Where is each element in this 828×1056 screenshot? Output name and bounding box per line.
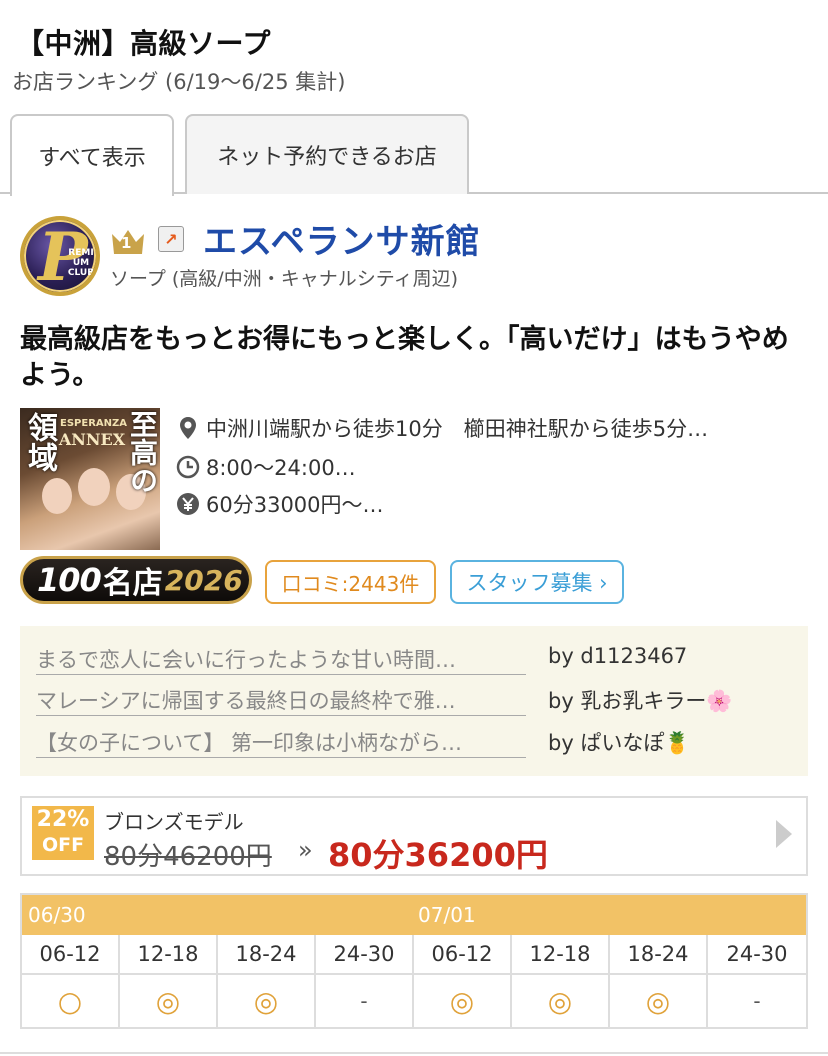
time-slot: 24-30	[316, 935, 414, 975]
shop-category: ソープ (高級/中洲・キャナルシティ周辺)	[110, 268, 458, 290]
schedule-date: 06/30	[28, 903, 86, 927]
discount-badge: 22% OFF	[32, 806, 94, 860]
availability-schedule: 06/30 07/01 06-12 12-18 18-24 24-30 06-1…	[20, 893, 808, 1029]
review-item[interactable]: まるで恋人に会いに行ったような甘い時間…	[36, 644, 526, 680]
staff-recruit-button[interactable]: スタッフ募集 ›	[450, 560, 624, 604]
schedule-date: 07/01	[418, 903, 476, 927]
price-row: 60分33000円〜…	[176, 489, 384, 519]
review-item[interactable]: 【女の子について】 第一印象は小柄ながら…	[36, 727, 526, 763]
time-slot: 12-18	[512, 935, 610, 975]
external-link-icon[interactable]: ↗	[158, 226, 184, 252]
map-pin-icon	[176, 416, 200, 440]
availability-mark: -	[753, 989, 761, 1013]
deal-model-label: ブロンズモデル	[104, 810, 244, 834]
photo-caption-left: 領域	[22, 412, 57, 472]
review-item[interactable]: マレーシアに帰国する最終日の最終枠で雅…	[36, 685, 526, 721]
availability-mark[interactable]: ◎	[414, 975, 512, 1027]
time-slot: 24-30	[708, 935, 806, 975]
meiten-badge[interactable]: 100 名店 2026	[20, 556, 252, 604]
time-slot: 06-12	[414, 935, 512, 975]
availability-mark[interactable]: ◎	[512, 975, 610, 1027]
original-price: 80分46200円	[104, 842, 272, 872]
divider	[0, 1052, 828, 1054]
photo-annex: ANNEX	[58, 430, 126, 449]
schedule-grid: 06-12 12-18 18-24 24-30 06-12 12-18 18-2…	[22, 935, 806, 1027]
time-slot: 12-18	[120, 935, 218, 975]
review-author: by ぱいなぽ🍍	[548, 731, 691, 755]
clock-icon	[176, 455, 200, 479]
rank-number: 1	[121, 234, 132, 252]
tab-net-reserve[interactable]: ネット予約できるお店	[185, 114, 469, 194]
page-title: 【中洲】高級ソープ	[16, 27, 271, 60]
time-slot: 06-12	[22, 935, 120, 975]
tab-all[interactable]: すべて表示	[10, 114, 174, 196]
review-author: by 乳お乳キラー🌸	[548, 689, 733, 713]
access-text: 中洲川端駅から徒歩10分 櫛田神社駅から徒歩5分…	[206, 417, 709, 441]
price-text: 60分33000円〜…	[206, 493, 384, 517]
double-arrow-icon: »	[298, 836, 313, 864]
shop-name-link[interactable]: エスペランサ新館	[203, 214, 481, 263]
access-row: 中洲川端駅から徒歩10分 櫛田神社駅から徒歩5分…	[176, 413, 708, 443]
time-slot: 18-24	[610, 935, 708, 975]
shop-catchcopy: 最高級店をもっとお得にもっと楽しく。「高いだけ」はもうやめよう。	[20, 324, 789, 391]
review-list: まるで恋人に会いに行ったような甘い時間… by d1123467 マレーシアに帰…	[20, 626, 808, 776]
hours-row: 8:00〜24:00…	[176, 452, 356, 482]
hours-text: 8:00〜24:00…	[206, 456, 356, 480]
availability-mark[interactable]: ◎	[610, 975, 708, 1027]
yen-icon	[176, 492, 200, 516]
photo-brand: ESPERANZA	[60, 418, 127, 429]
shop-logo[interactable]: P REMI UM CLUB	[20, 216, 100, 296]
chevron-right-icon	[776, 820, 792, 848]
schedule-date-header: 06/30 07/01	[22, 895, 806, 935]
sale-price: 80分36200円	[328, 836, 548, 874]
time-slot: 18-24	[218, 935, 316, 975]
photo-caption-right: 至高の	[126, 410, 159, 494]
review-author: by d1123467	[548, 644, 688, 668]
availability-mark[interactable]: ○	[22, 975, 120, 1027]
shop-photo[interactable]: 領域 至高の ESPERANZA ANNEX	[20, 408, 160, 550]
availability-mark[interactable]: ◎	[120, 975, 218, 1027]
discount-deal-card[interactable]: 22% OFF ブロンズモデル 80分46200円 » 80分36200円	[20, 796, 808, 876]
tab-bar: すべて表示 ネット予約できるお店	[0, 114, 828, 196]
ranking-subtitle: お店ランキング (6/19〜6/25 集計)	[12, 70, 346, 94]
availability-mark: -	[316, 975, 414, 1027]
availability-mark[interactable]: ◎	[218, 975, 316, 1027]
review-count-button[interactable]: 口コミ:2443件	[265, 560, 436, 604]
